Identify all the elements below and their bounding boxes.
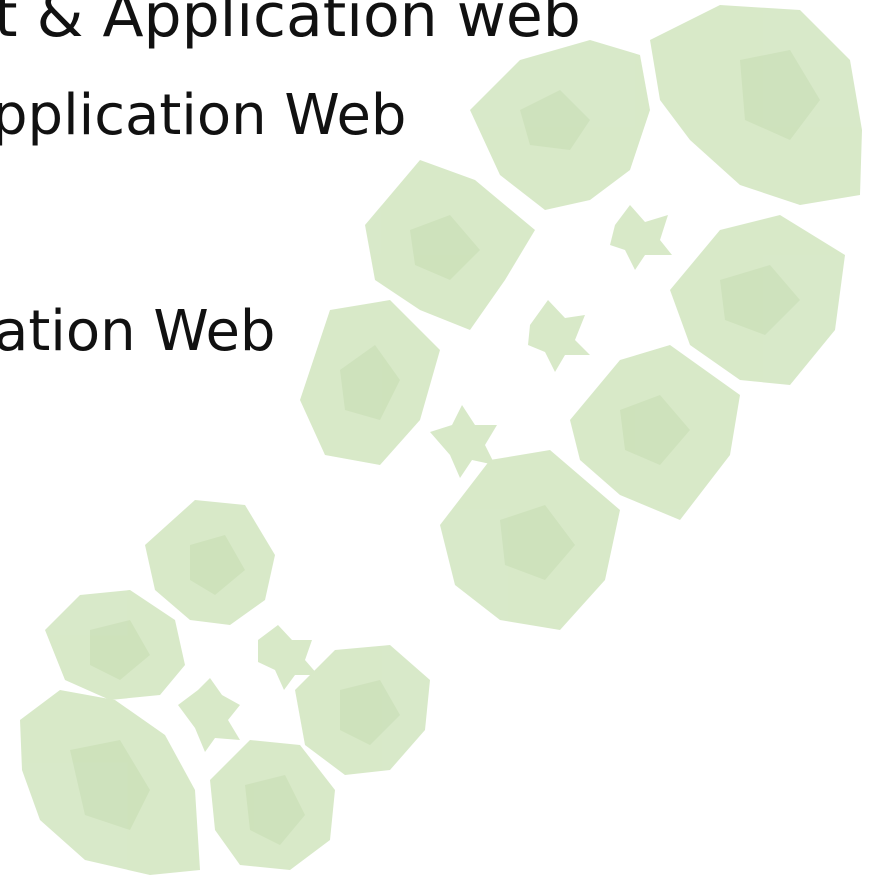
slide-text-line-1: t & Application web (0, 0, 581, 51)
slide-text-line-2: pplication Web (0, 83, 407, 148)
slide: t & Application web pplication Web ation… (0, 0, 870, 880)
slide-text-line-3: ation Web (0, 299, 276, 364)
bootprint-stud (178, 678, 240, 752)
bootprint-stud (610, 205, 672, 270)
bootprint-stud (528, 300, 590, 372)
